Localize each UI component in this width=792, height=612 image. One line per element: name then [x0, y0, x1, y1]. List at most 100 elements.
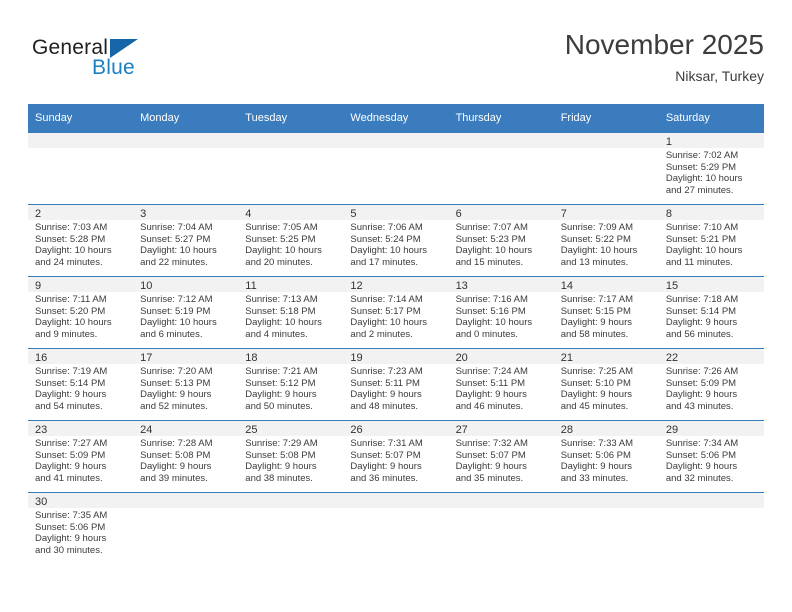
calendar-day-cell[interactable]: 7 Sunrise: 7:09 AM Sunset: 5:22 PM Daylight…	[553, 204, 659, 277]
sunset-text: Sunset: 5:15 PM	[560, 305, 631, 317]
daylight-text-line2: and 11 minutes.	[665, 256, 733, 268]
day-cell-inner	[658, 493, 764, 564]
calendar-day-cell[interactable]: 9 Sunrise: 7:11 AM Sunset: 5:20 PM Daylight…	[28, 276, 134, 349]
sunset-text: Sunset: 5:14 PM	[35, 377, 106, 389]
sunrise-text: Sunrise: 7:28 AM	[140, 438, 213, 449]
calendar-cell-empty	[133, 132, 239, 205]
calendar-day-cell[interactable]: 11 Sunrise: 7:13 AM Sunset: 5:18 PM Dayligh…	[238, 276, 344, 349]
calendar-day-cell[interactable]: 2 Sunrise: 7:03 AM Sunset: 5:28 PM Daylight…	[28, 204, 134, 277]
calendar-day-cell[interactable]: 4 Sunrise: 7:05 AM Sunset: 5:25 PM Daylight…	[238, 204, 344, 277]
day-cell-inner: 13 Sunrise: 7:16 AM Sunset: 5:16 PM Dayligh…	[448, 277, 554, 348]
calendar-day-cell[interactable]: 13 Sunrise: 7:16 AM Sunset: 5:16 PM Dayligh…	[448, 276, 554, 349]
calendar-day-cell[interactable]: 24 Sunrise: 7:28 AM Sunset: 5:08 PM Dayligh…	[133, 420, 239, 493]
sunset-text: Sunset: 5:13 PM	[140, 377, 211, 389]
calendar-cell-empty	[553, 132, 659, 205]
calendar-day-cell[interactable]: 29 Sunrise: 7:34 AM Sunset: 5:06 PM Dayligh…	[658, 420, 764, 493]
calendar-day-cell[interactable]: 16 Sunrise: 7:19 AM Sunset: 5:14 PM Dayligh…	[28, 348, 134, 421]
day-details: Sunrise: 7:16 AM Sunset: 5:16 PM Daylight:…	[449, 292, 554, 340]
sunrise-text: Sunrise: 7:18 AM	[665, 294, 739, 305]
calendar-day-cell[interactable]: 21 Sunrise: 7:25 AM Sunset: 5:10 PM Dayligh…	[553, 348, 659, 421]
day-cell-inner: 9 Sunrise: 7:11 AM Sunset: 5:20 PM Daylight…	[28, 277, 134, 348]
weekday-header-sunday: Sunday	[28, 104, 134, 133]
daylight-text-line2: and 27 minutes.	[665, 184, 734, 196]
calendar-day-cell[interactable]: 8 Sunrise: 7:10 AM Sunset: 5:21 PM Daylight…	[658, 204, 764, 277]
sunrise-text: Sunrise: 7:24 AM	[455, 366, 528, 377]
day-number: 5	[343, 205, 449, 220]
daylight-text-line1: Daylight: 10 hours	[455, 317, 533, 329]
daylight-text-line2: and 33 minutes.	[560, 472, 629, 484]
calendar-day-cell[interactable]: 6 Sunrise: 7:07 AM Sunset: 5:23 PM Daylight…	[448, 204, 554, 277]
day-cell-inner: 27 Sunrise: 7:32 AM Sunset: 5:07 PM Dayligh…	[448, 421, 554, 492]
calendar-day-cell[interactable]: 5 Sunrise: 7:06 AM Sunset: 5:24 PM Daylight…	[343, 204, 449, 277]
day-number: 7	[553, 205, 659, 220]
day-number: 27	[448, 421, 554, 436]
calendar-day-cell[interactable]: 20 Sunrise: 7:24 AM Sunset: 5:11 PM Dayligh…	[448, 348, 554, 421]
sunrise-text: Sunrise: 7:23 AM	[350, 366, 423, 377]
day-details: Sunrise: 7:14 AM Sunset: 5:17 PM Daylight:…	[343, 292, 448, 340]
day-number	[448, 133, 554, 148]
calendar-day-cell[interactable]: 14 Sunrise: 7:17 AM Sunset: 5:15 PM Dayligh…	[553, 276, 659, 349]
sunrise-text: Sunrise: 7:06 AM	[350, 222, 423, 233]
calendar-day-cell[interactable]: 15 Sunrise: 7:18 AM Sunset: 5:14 PM Dayligh…	[658, 276, 764, 349]
daylight-text-line1: Daylight: 9 hours	[245, 461, 317, 473]
daylight-text-line2: and 45 minutes.	[560, 400, 629, 412]
day-cell-inner: 14 Sunrise: 7:17 AM Sunset: 5:15 PM Dayligh…	[553, 277, 659, 348]
calendar-day-cell[interactable]: 23 Sunrise: 7:27 AM Sunset: 5:09 PM Dayligh…	[28, 420, 134, 493]
day-details: Sunrise: 7:31 AM Sunset: 5:07 PM Daylight:…	[343, 436, 448, 484]
sunrise-text: Sunrise: 7:35 AM	[35, 510, 108, 521]
calendar-cell-empty	[553, 492, 659, 564]
day-details: Sunrise: 7:27 AM Sunset: 5:09 PM Daylight:…	[28, 436, 133, 484]
calendar-day-cell[interactable]: 10 Sunrise: 7:12 AM Sunset: 5:19 PM Dayligh…	[133, 276, 239, 349]
calendar-day-cell[interactable]: 12 Sunrise: 7:14 AM Sunset: 5:17 PM Dayligh…	[343, 276, 449, 349]
daylight-text-line2: and 43 minutes.	[665, 400, 734, 412]
day-cell-inner: 11 Sunrise: 7:13 AM Sunset: 5:18 PM Dayligh…	[238, 277, 344, 348]
day-number: 23	[28, 421, 134, 436]
calendar-day-cell[interactable]: 30 Sunrise: 7:35 AM Sunset: 5:06 PM Dayligh…	[28, 492, 134, 564]
day-cell-inner: 12 Sunrise: 7:14 AM Sunset: 5:17 PM Dayligh…	[343, 277, 449, 348]
calendar-day-cell[interactable]: 17 Sunrise: 7:20 AM Sunset: 5:13 PM Dayligh…	[133, 348, 239, 421]
sunset-text: Sunset: 5:25 PM	[245, 233, 316, 245]
calendar-body: 1 Sunrise: 7:02 AM Sunset: 5:29 PM Daylight…	[28, 132, 764, 564]
day-details: Sunrise: 7:26 AM Sunset: 5:09 PM Daylight:…	[659, 364, 764, 412]
sunset-text: Sunset: 5:29 PM	[665, 161, 737, 173]
day-details: Sunrise: 7:13 AM Sunset: 5:18 PM Daylight:…	[238, 292, 343, 340]
day-details: Sunrise: 7:03 AM Sunset: 5:28 PM Daylight:…	[28, 220, 133, 268]
sunset-text: Sunset: 5:09 PM	[665, 377, 737, 389]
daylight-text-line1: Daylight: 9 hours	[350, 389, 422, 401]
sunrise-text: Sunrise: 7:04 AM	[140, 222, 213, 233]
day-number	[133, 493, 239, 508]
daylight-text-line2: and 13 minutes.	[560, 256, 629, 268]
day-number	[658, 493, 764, 508]
calendar-cell-empty	[343, 492, 449, 564]
calendar-cell-empty	[343, 132, 449, 205]
calendar-day-cell[interactable]: 22 Sunrise: 7:26 AM Sunset: 5:09 PM Dayligh…	[658, 348, 764, 421]
daylight-text-line2: and 54 minutes.	[35, 400, 103, 412]
day-cell-inner: 3 Sunrise: 7:04 AM Sunset: 5:27 PM Daylight…	[133, 205, 239, 276]
day-cell-inner: 24 Sunrise: 7:28 AM Sunset: 5:08 PM Dayligh…	[133, 421, 239, 492]
day-number: 17	[133, 349, 239, 364]
sunset-text: Sunset: 5:23 PM	[455, 233, 526, 245]
daylight-text-line1: Daylight: 9 hours	[560, 389, 632, 401]
day-number: 18	[238, 349, 344, 364]
calendar-day-cell[interactable]: 28 Sunrise: 7:33 AM Sunset: 5:06 PM Dayligh…	[553, 420, 659, 493]
brand-logo[interactable]: General Blue	[32, 36, 232, 94]
calendar-day-cell[interactable]: 1 Sunrise: 7:02 AM Sunset: 5:29 PM Daylight…	[658, 132, 764, 205]
sunrise-text: Sunrise: 7:13 AM	[245, 294, 318, 305]
title-block: November 2025 Niksar, Turkey	[565, 28, 764, 86]
calendar-day-cell[interactable]: 3 Sunrise: 7:04 AM Sunset: 5:27 PM Daylight…	[133, 204, 239, 277]
sunset-text: Sunset: 5:14 PM	[665, 305, 737, 317]
daylight-text-line2: and 9 minutes.	[35, 328, 98, 340]
calendar-day-cell[interactable]: 19 Sunrise: 7:23 AM Sunset: 5:11 PM Dayligh…	[343, 348, 449, 421]
day-details: Sunrise: 7:05 AM Sunset: 5:25 PM Daylight:…	[238, 220, 343, 268]
day-number: 9	[28, 277, 134, 292]
calendar-day-cell[interactable]: 27 Sunrise: 7:32 AM Sunset: 5:07 PM Dayligh…	[448, 420, 554, 493]
calendar-week-row: 23 Sunrise: 7:27 AM Sunset: 5:09 PM Dayligh…	[28, 420, 764, 493]
sunrise-text: Sunrise: 7:12 AM	[140, 294, 213, 305]
day-details: Sunrise: 7:18 AM Sunset: 5:14 PM Daylight:…	[659, 292, 764, 340]
sunrise-text: Sunrise: 7:27 AM	[35, 438, 108, 449]
calendar-day-cell[interactable]: 26 Sunrise: 7:31 AM Sunset: 5:07 PM Dayligh…	[343, 420, 449, 493]
daylight-text-line2: and 0 minutes.	[455, 328, 518, 340]
calendar-day-cell[interactable]: 18 Sunrise: 7:21 AM Sunset: 5:12 PM Dayligh…	[238, 348, 344, 421]
calendar-day-cell[interactable]: 25 Sunrise: 7:29 AM Sunset: 5:08 PM Dayligh…	[238, 420, 344, 493]
day-cell-inner: 5 Sunrise: 7:06 AM Sunset: 5:24 PM Daylight…	[343, 205, 449, 276]
